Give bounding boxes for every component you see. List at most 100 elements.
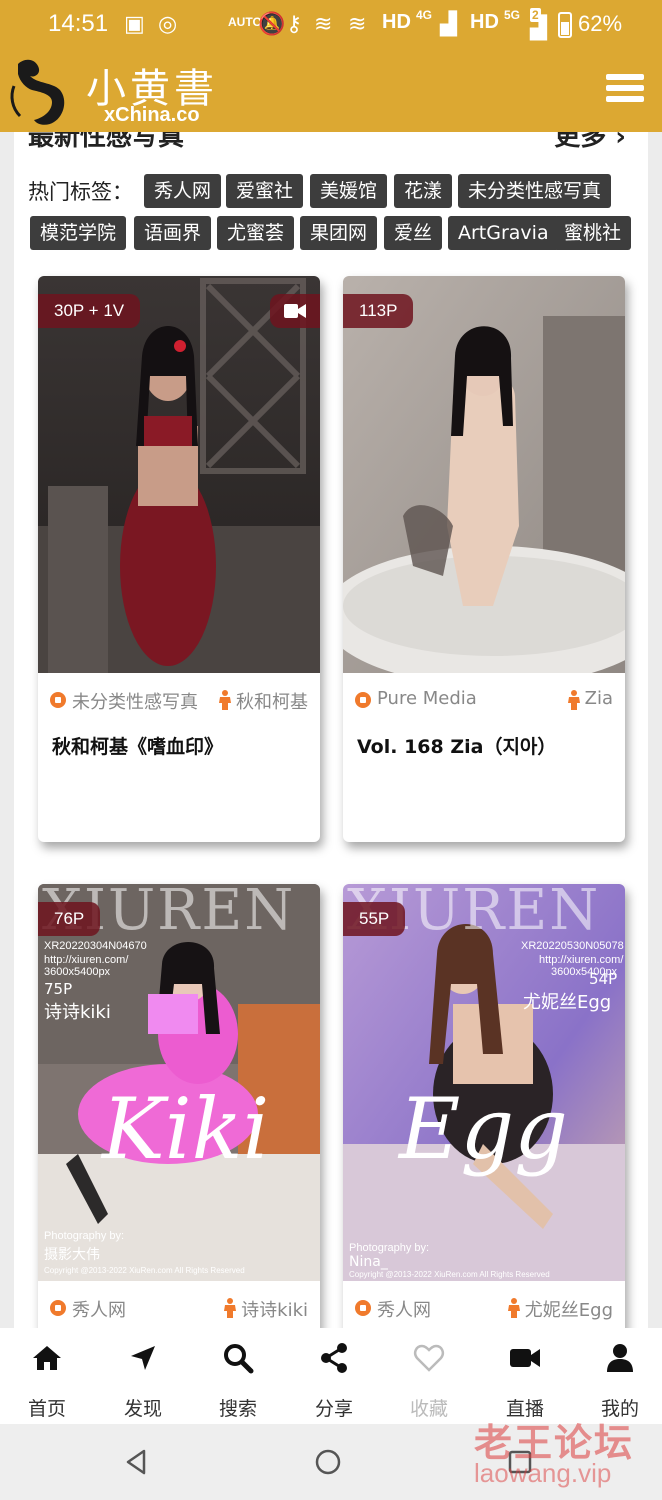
- mute-icon: 🔕: [258, 12, 286, 37]
- card-meta: Pure Media Zia: [355, 688, 613, 714]
- location-arrow-icon: [131, 1346, 155, 1370]
- category-link[interactable]: Pure Media: [355, 688, 477, 709]
- more-link[interactable]: 更多 ›: [554, 132, 626, 153]
- signal-icon-2: ▟: [530, 16, 547, 41]
- hd-indicator-2: HD: [470, 11, 499, 33]
- user-icon: [607, 1344, 633, 1372]
- tag-button[interactable]: 爱蜜社: [226, 174, 304, 208]
- overlay-count: 54P: [589, 970, 618, 988]
- nav-profile[interactable]: 我的: [573, 1328, 662, 1424]
- tag-button[interactable]: 花漾: [394, 174, 453, 208]
- nav-home[interactable]: 首页: [0, 1328, 94, 1424]
- menu-bar-icon: [606, 74, 644, 80]
- battery-icon: [558, 12, 572, 38]
- category-label: 未分类性感写真: [72, 692, 198, 713]
- gallery-card[interactable]: XIUREN XR20220304N04670 http://xiuren.co…: [38, 884, 320, 1328]
- category-label: Pure Media: [377, 688, 477, 709]
- card-meta: 秀人网 尤妮丝Egg: [355, 1296, 613, 1322]
- menu-bar-icon: [606, 85, 644, 91]
- category-link[interactable]: 秀人网: [355, 1296, 431, 1322]
- menu-bar-icon: [606, 96, 644, 102]
- card-thumbnail[interactable]: 30P + 1V: [38, 276, 320, 673]
- nav-favorites[interactable]: 收藏: [382, 1328, 476, 1424]
- wifi-icon: ≋: [314, 12, 333, 37]
- model-label: Zia: [584, 688, 613, 709]
- overlay-script: Kiki: [102, 1080, 270, 1178]
- photo-count-badge: 76P: [38, 902, 101, 936]
- signal-icon: ▟: [440, 12, 457, 37]
- tag-button[interactable]: 果团网: [300, 216, 378, 250]
- network-type-label-2: 5G: [504, 8, 521, 22]
- overlay-count: 75P: [44, 980, 73, 998]
- card-thumbnail[interactable]: XIUREN XR20220530N05078 http://xiuren.co…: [343, 884, 625, 1281]
- nav-discover[interactable]: 发现: [96, 1328, 190, 1424]
- nav-label: 发现: [123, 1398, 162, 1420]
- tag-button[interactable]: 模范学院: [30, 216, 127, 250]
- hd-indicator: HD: [382, 11, 411, 33]
- category-label: 秀人网: [377, 1300, 431, 1321]
- model-label: 尤妮丝Egg: [524, 1300, 613, 1321]
- person-icon: [224, 1298, 237, 1318]
- hot-tags-label: 热门标签：: [28, 180, 133, 204]
- model-label: 秋和柯基: [236, 692, 308, 713]
- tag-button[interactable]: ArtGravia: [448, 216, 559, 250]
- share-icon: [321, 1343, 347, 1373]
- nav-label: 收藏: [409, 1398, 448, 1420]
- tag-button[interactable]: 未分类性感写真: [458, 174, 612, 208]
- overlay-site: http://xiuren.com/: [44, 954, 129, 966]
- category-icon: [355, 1300, 371, 1316]
- overlay-name: 诗诗kiki: [44, 1002, 111, 1023]
- heart-icon: [413, 1344, 445, 1372]
- photo-count-badge: 55P: [343, 902, 406, 936]
- card-meta: 秀人网 诗诗kiki: [50, 1296, 308, 1322]
- category-icon: [355, 692, 371, 708]
- model-link[interactable]: 诗诗kiki: [221, 1296, 308, 1322]
- model-link[interactable]: 尤妮丝Egg: [505, 1296, 613, 1322]
- nav-live[interactable]: 直播: [478, 1328, 572, 1424]
- gallery-card[interactable]: 30P + 1V 未分类性感写真 秋和柯基 秋和柯基《嗜血印》: [38, 276, 320, 842]
- photo-count-badge: 30P + 1V: [38, 294, 141, 328]
- tag-button[interactable]: 秀人网: [144, 174, 222, 208]
- model-link[interactable]: 秋和柯基: [216, 688, 308, 714]
- card-thumbnail[interactable]: 113P: [343, 276, 625, 673]
- card-title[interactable]: 秋和柯基《嗜血印》: [52, 732, 308, 759]
- overlay-script: Egg: [399, 1080, 568, 1178]
- overlay-size: 3600x5400px: [44, 966, 111, 978]
- model-link[interactable]: Zia: [565, 688, 613, 710]
- category-label: 秀人网: [72, 1300, 126, 1321]
- tag-button[interactable]: 尤蜜荟: [217, 216, 295, 250]
- home-circle-icon[interactable]: [314, 1448, 342, 1476]
- nav-share[interactable]: 分享: [287, 1328, 381, 1424]
- nav-search[interactable]: 搜索: [191, 1328, 285, 1424]
- card-title[interactable]: Vol. 168 Zia（지아）: [357, 732, 613, 759]
- nav-label: 首页: [27, 1398, 66, 1420]
- category-icon: [50, 1300, 66, 1316]
- card-meta: 未分类性感写真 秋和柯基: [50, 688, 308, 714]
- menu-button[interactable]: [606, 74, 644, 106]
- gallery-card[interactable]: 113P Pure Media Zia Vol. 168 Zia（지아）: [343, 276, 625, 842]
- tag-button[interactable]: 美媛馆: [310, 174, 388, 208]
- category-link[interactable]: 未分类性感写真: [50, 688, 198, 714]
- overlay-copyright: Copyright @2013-2022 XiuRen.com All Righ…: [44, 1266, 245, 1275]
- tag-button[interactable]: 爱丝: [384, 216, 443, 250]
- auto-brightness-icon: AUTO: [228, 15, 262, 29]
- logo-domain: xChina.co: [104, 104, 200, 126]
- wifi-calling-icon: ≋: [348, 12, 367, 37]
- gallery-card[interactable]: XIUREN XR20220530N05078 http://xiuren.co…: [343, 884, 625, 1328]
- overlay-copyright: Copyright @2013-2022 XiuRen.com All Righ…: [349, 1270, 550, 1279]
- overlay-photo-label: Photography by:: [349, 1242, 430, 1254]
- video-icon: [510, 1349, 540, 1367]
- gallery-icon: ▣: [124, 12, 145, 37]
- category-icon: [50, 692, 66, 708]
- status-bar: 14:51 ▣ ◎ AUTO 🔕 ⚷ ≋ ≋ HD 4G ▟ HD 5G 2 ▟…: [0, 0, 662, 52]
- back-icon[interactable]: [122, 1448, 150, 1476]
- category-link[interactable]: 秀人网: [50, 1296, 126, 1322]
- content-panel: 最新性感写真 更多 › 热门标签： 秀人网 爱蜜社 美媛馆 花漾 未分类性感写真…: [14, 132, 648, 1328]
- section-title: 最新性感写真: [28, 132, 185, 152]
- card-thumbnail[interactable]: XIUREN XR20220304N04670 http://xiuren.co…: [38, 884, 320, 1281]
- tag-button[interactable]: 语画界: [134, 216, 212, 250]
- key-icon: ⚷: [286, 12, 303, 37]
- photo-count-badge: 113P: [343, 294, 414, 328]
- tag-button[interactable]: 蜜桃社: [554, 216, 632, 250]
- nav-label: 搜索: [218, 1398, 257, 1420]
